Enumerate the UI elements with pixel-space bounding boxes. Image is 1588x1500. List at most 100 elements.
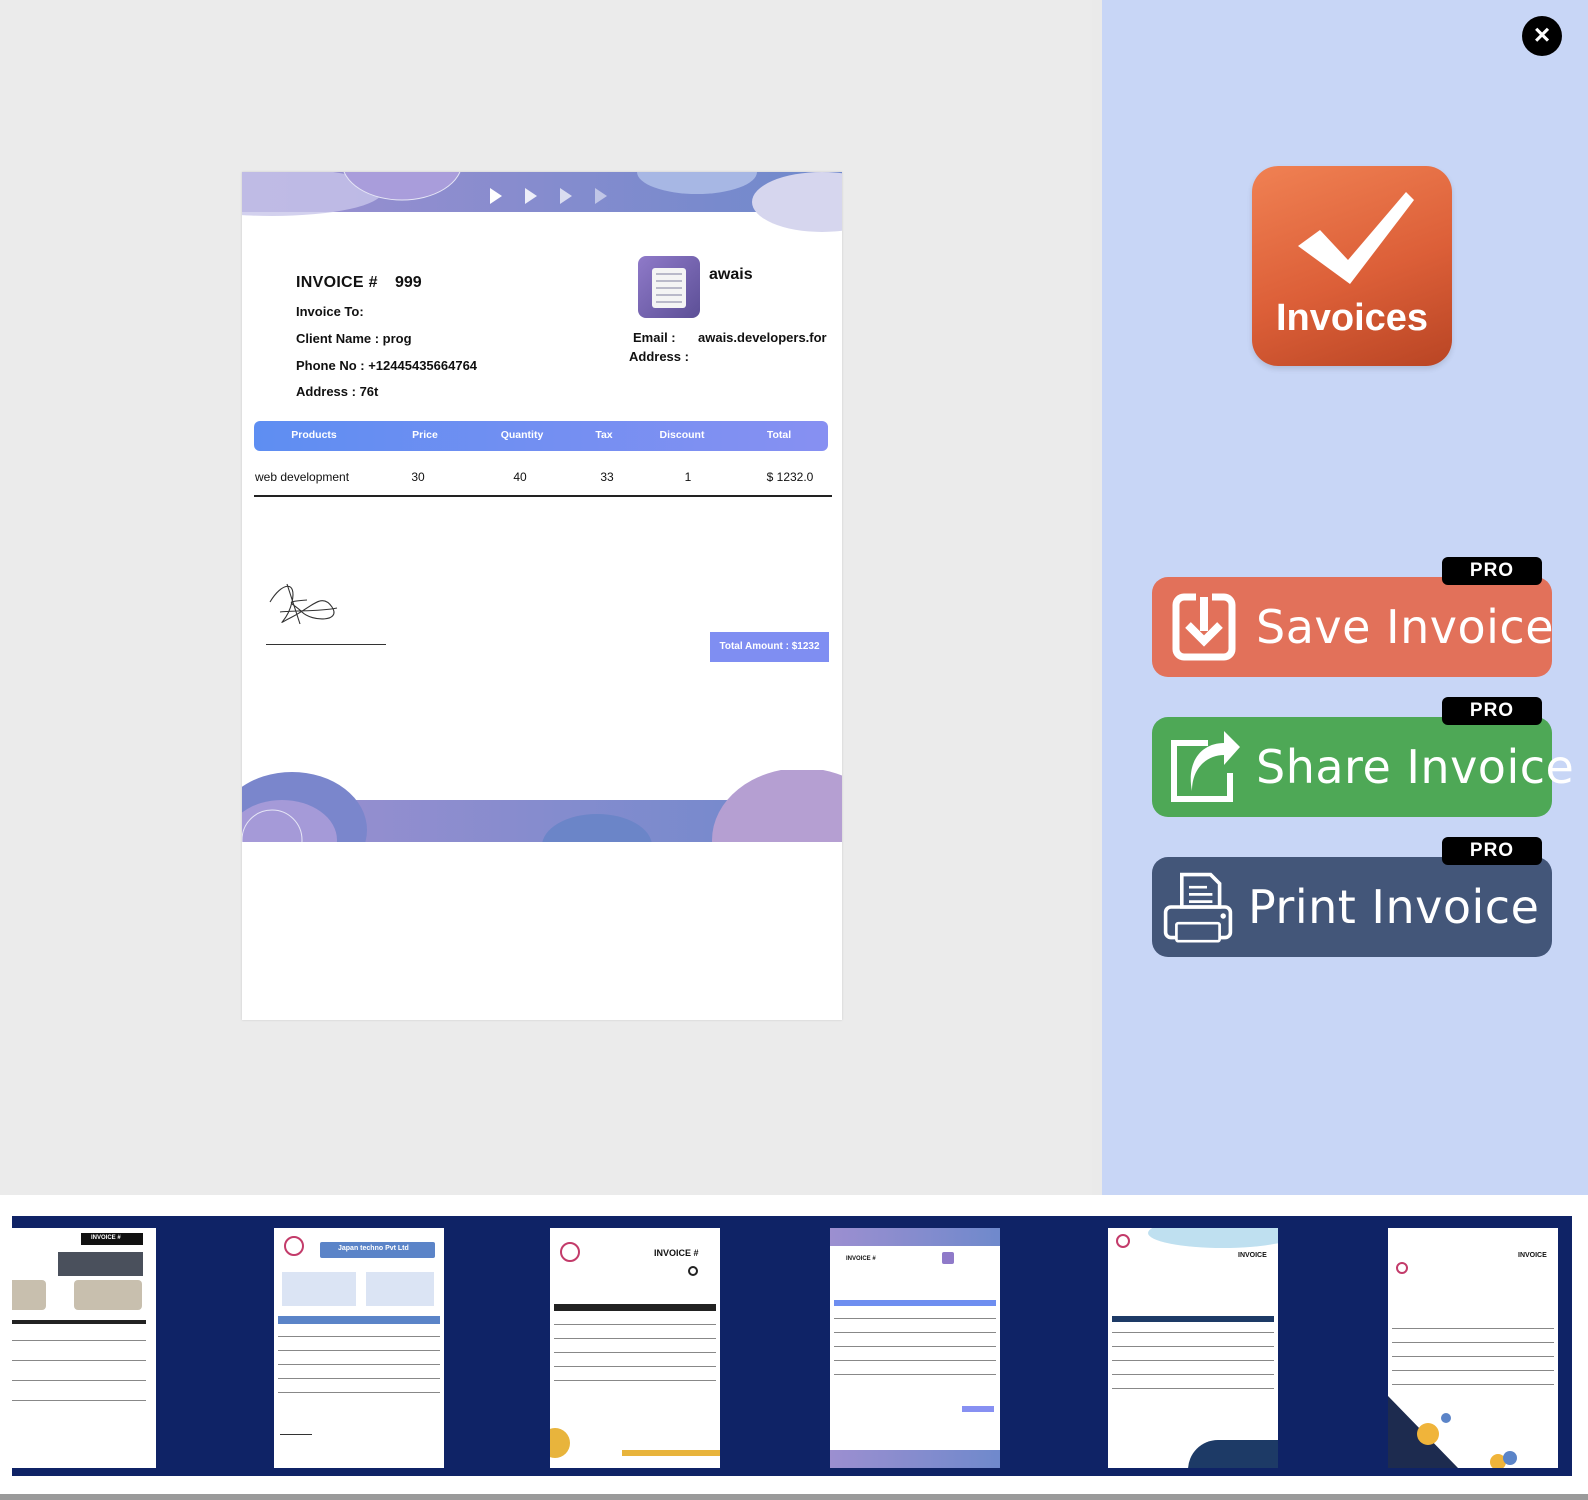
table-cell: 30: [411, 470, 425, 484]
company-address-label: Address :: [629, 349, 689, 364]
invoice-preview-area: INVOICE # 999 Invoice To: Client Name : …: [0, 0, 1092, 1195]
thumb-row-line: [834, 1360, 996, 1361]
save-invoice-button[interactable]: Save Invoice: [1152, 577, 1554, 677]
thumb-row-line: [1112, 1360, 1274, 1361]
thumb-row-line: [554, 1352, 716, 1353]
email-value: awais.developers.for: [698, 330, 827, 345]
close-icon: ×: [1533, 19, 1551, 50]
thumb-row-line: [1392, 1342, 1554, 1343]
thumb-header-band: [830, 1228, 1000, 1246]
signature-image: [269, 583, 338, 625]
table-cell: 33: [600, 470, 614, 484]
thumb-logo: [284, 1236, 304, 1256]
printer-icon: [1163, 872, 1233, 943]
bottom-scroll-bar: [0, 1494, 1588, 1500]
thumb-title: INVOICE #: [846, 1256, 876, 1262]
thumb-row-line: [12, 1340, 146, 1341]
thumb-table-header: [12, 1320, 146, 1324]
template-carousel[interactable]: INVOICE # Japan techno Pvt Ltd INVOICE #…: [12, 1216, 1572, 1476]
thumb-title: INVOICE: [1238, 1252, 1267, 1259]
thumb-row-line: [1112, 1346, 1274, 1347]
client-address: Address : 76t: [296, 384, 379, 399]
table-cell: 1: [684, 470, 692, 484]
client-phone: Phone No : +12445435664764: [296, 358, 478, 373]
invoices-app-icon: Invoices: [1252, 166, 1452, 366]
thumb-row-line: [1112, 1388, 1274, 1389]
thumb-decor: [1188, 1440, 1278, 1468]
client-name: Client Name : prog: [296, 331, 412, 346]
thumb-total: [962, 1406, 994, 1412]
template-thumbnail[interactable]: INVOICE #: [830, 1228, 1000, 1468]
thumb-company: Japan techno Pvt Ltd: [338, 1245, 409, 1252]
print-invoice-label: Print Invoice: [1248, 880, 1540, 934]
share-arrow-icon: [1171, 731, 1240, 802]
thumb-table-header: [554, 1304, 716, 1311]
app-name: Invoices: [1275, 297, 1429, 339]
thumb-row-line: [278, 1336, 440, 1337]
thumb-block: [74, 1280, 142, 1310]
thumb-row-line: [1112, 1332, 1274, 1333]
thumb-title-bar: Japan techno Pvt Ltd: [320, 1242, 435, 1258]
column-header: Quantity: [500, 429, 544, 441]
thumb-title: INVOICE #: [91, 1235, 121, 1241]
thumb-row-line: [834, 1374, 996, 1375]
template-thumbnail[interactable]: INVOICE: [1388, 1228, 1558, 1468]
column-header: Products: [291, 429, 337, 441]
app-root: INVOICE # 999 Invoice To: Client Name : …: [0, 0, 1588, 1500]
close-button[interactable]: ×: [1522, 16, 1562, 56]
pro-badge: PRO: [1442, 697, 1542, 725]
thumb-table-header: [1112, 1316, 1274, 1322]
template-thumbnail[interactable]: INVOICE #: [12, 1228, 156, 1468]
thumb-block: [58, 1252, 143, 1276]
thumb-row-line: [834, 1318, 996, 1319]
invoice-footer-decoration: [242, 770, 842, 842]
thumb-row-line: [554, 1366, 716, 1367]
thumb-footer-band: [830, 1450, 1000, 1468]
thumb-logo: [1396, 1262, 1408, 1274]
thumb-row-line: [1392, 1356, 1554, 1357]
thumb-decor: [1148, 1228, 1278, 1248]
share-invoice-label: Share Invoice: [1256, 740, 1575, 794]
thumb-row-line: [834, 1346, 996, 1347]
thumb-header-bar: INVOICE #: [81, 1233, 143, 1245]
invoice-number: 999: [395, 274, 422, 291]
thumb-row-line: [1392, 1370, 1554, 1371]
thumb-row-line: [1392, 1384, 1554, 1385]
template-thumbnail[interactable]: INVOICE: [1108, 1228, 1278, 1468]
table-divider: [254, 495, 832, 497]
checkmark-icon: [1298, 192, 1414, 284]
pro-badge: PRO: [1442, 837, 1542, 865]
thumb-table-header: [278, 1316, 440, 1324]
total-amount-badge: Total Amount : $1232: [710, 632, 829, 662]
template-thumbnail[interactable]: Japan techno Pvt Ltd: [274, 1228, 444, 1468]
thumb-row-line: [278, 1392, 440, 1393]
thumb-decor: [622, 1450, 720, 1456]
thumb-row-line: [834, 1332, 996, 1333]
invoice-page: INVOICE # 999 Invoice To: Client Name : …: [242, 172, 842, 1020]
thumb-row-line: [12, 1400, 146, 1401]
thumb-block: [366, 1272, 434, 1306]
thumb-row-line: [554, 1338, 716, 1339]
thumb-table-header: [834, 1300, 996, 1306]
email-label: Email :: [633, 330, 676, 345]
share-invoice-button[interactable]: Share Invoice: [1152, 717, 1574, 817]
column-header: Tax: [595, 429, 613, 441]
thumb-logo: [1116, 1234, 1130, 1248]
company-name: awais: [709, 266, 753, 283]
template-thumbnail[interactable]: INVOICE #: [550, 1228, 720, 1468]
invoice-header-decoration: [242, 172, 842, 232]
thumb-decor: [550, 1428, 570, 1458]
invoice-to-label: Invoice To:: [296, 304, 364, 319]
save-invoice-label: Save Invoice: [1256, 600, 1554, 654]
save-download-icon: [1172, 591, 1236, 661]
thumb-row-line: [278, 1364, 440, 1365]
thumb-block: [282, 1272, 356, 1306]
column-header: Total: [766, 429, 792, 441]
thumb-row-line: [12, 1360, 146, 1361]
thumb-row-line: [278, 1350, 440, 1351]
thumb-row-line: [1392, 1328, 1554, 1329]
thumb-row-line: [278, 1378, 440, 1379]
print-invoice-button[interactable]: Print Invoice: [1152, 857, 1552, 957]
table-cell: 40: [513, 470, 527, 484]
thumb-row-line: [1112, 1374, 1274, 1375]
